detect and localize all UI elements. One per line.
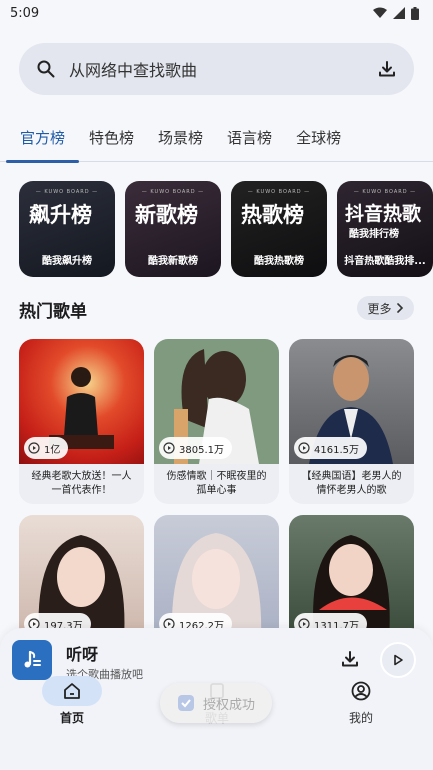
status-icons (373, 6, 419, 20)
play-circle-icon (298, 442, 310, 454)
nav-profile-icon-wrap (321, 676, 401, 706)
playlist-cover: 4161.5万 (289, 339, 414, 464)
chart-caption: 酷我热歌榜 (254, 256, 304, 267)
player-album-art (12, 640, 52, 680)
chart-subtitle: 酷我排行榜 (349, 229, 399, 240)
profile-icon (351, 681, 371, 701)
chart-title: 新歌榜 (135, 203, 198, 227)
search-bar[interactable]: 从网络中查找歌曲 (19, 43, 414, 95)
playlist-cover: 1262.2万 (154, 515, 279, 640)
nav-home-pill (42, 676, 102, 706)
nav-profile-label: 我的 (348, 711, 373, 725)
search-icon (37, 60, 55, 78)
status-bar: 5:09 (0, 0, 433, 26)
play-count-value: 3805.1万 (179, 444, 224, 456)
tab-official[interactable]: 官方榜 (5, 118, 80, 163)
music-note-icon (24, 650, 41, 668)
play-count: 3805.1万 (159, 437, 232, 459)
chart-brand: — KUWO BOARD — (247, 189, 311, 195)
chart-brand: — KUWO BOARD — (141, 189, 205, 195)
chart-card-hot[interactable]: — KUWO BOARD — 热歌榜 酷我热歌榜 (231, 181, 327, 277)
tab-global[interactable]: 全球榜 (296, 118, 341, 162)
toast-text: 授权成功 (202, 697, 255, 713)
search-input[interactable]: 从网络中查找歌曲 (69, 57, 378, 81)
playlist-card[interactable]: 3805.1万 伤感情歌｜不眠夜里的孤单心事 (154, 339, 279, 504)
playlist-card[interactable]: 1亿 经典老歌大放送！一人一首代表作！ (19, 339, 144, 504)
category-tabs: 官方榜 特色榜 场景榜 语言榜 全球榜 (0, 118, 433, 163)
chart-title: 热歌榜 (241, 203, 304, 227)
play-button[interactable] (380, 642, 416, 678)
play-icon (394, 654, 403, 666)
chart-title: 飙升榜 (29, 203, 92, 227)
chart-brand: — KUWO BOARD — (353, 189, 417, 195)
playlist-cover: 3805.1万 (154, 339, 279, 464)
chart-caption: 抖音热歌酷我排... (344, 256, 426, 267)
playlist-title: 经典老歌大放送！一人一首代表作！ (31, 471, 132, 496)
home-icon (64, 683, 80, 699)
tab-scene[interactable]: 场景榜 (158, 118, 203, 162)
playlist-title: 伤感情歌｜不眠夜里的孤单心事 (166, 471, 267, 496)
playlist-cover: 1亿 (19, 339, 144, 464)
playlist-title: 【经典国语】老男人的情怀老男人的歌 (301, 471, 402, 496)
download-icon[interactable] (378, 60, 396, 78)
wifi-icon (373, 7, 387, 18)
play-count-value: 4161.5万 (314, 444, 359, 456)
section-title: 热门歌单 (19, 302, 87, 322)
player-title: 听呀 (66, 645, 99, 664)
playlist-cover: 1311.7万 (289, 515, 414, 640)
play-circle-icon (163, 442, 175, 454)
play-count: 4161.5万 (294, 437, 367, 459)
success-icon (177, 695, 194, 711)
chart-caption: 酷我飙升榜 (42, 256, 92, 267)
more-label: 更多 (367, 301, 392, 316)
chevron-right-icon (396, 303, 403, 313)
chart-brand: — KUWO BOARD — (35, 189, 99, 195)
nav-home[interactable]: 首页 (32, 676, 112, 726)
chart-card-soaring[interactable]: — KUWO BOARD — 飙升榜 酷我飙升榜 (19, 181, 115, 277)
nav-profile[interactable]: 我的 (321, 676, 401, 726)
play-count-value: 1亿 (44, 444, 61, 456)
chart-caption: 酷我新歌榜 (148, 256, 198, 267)
signal-icon (393, 7, 405, 19)
tab-featured[interactable]: 特色榜 (89, 118, 134, 162)
play-count: 1亿 (24, 437, 69, 459)
play-circle-icon (28, 442, 40, 454)
playlist-cover: 197.3万 (19, 515, 144, 640)
nav-home-label: 首页 (59, 711, 84, 725)
player-download-icon[interactable] (341, 650, 359, 668)
more-button[interactable]: 更多 (357, 296, 414, 320)
chart-title: 抖音热歌 (345, 203, 422, 225)
status-time: 5:09 (10, 5, 40, 21)
chart-card-row: — KUWO BOARD — 飙升榜 酷我飙升榜 — KUWO BOARD — … (19, 181, 433, 277)
playlist-card[interactable]: 4161.5万 【经典国语】老男人的情怀老男人的歌 (289, 339, 414, 504)
toast: 授权成功 (160, 683, 272, 723)
chart-card-douyin[interactable]: — KUWO BOARD — 抖音热歌 酷我排行榜 抖音热歌酷我排... (337, 181, 433, 277)
battery-icon (411, 6, 419, 20)
tab-language[interactable]: 语言榜 (227, 118, 272, 162)
chart-card-new[interactable]: — KUWO BOARD — 新歌榜 酷我新歌榜 (125, 181, 221, 277)
